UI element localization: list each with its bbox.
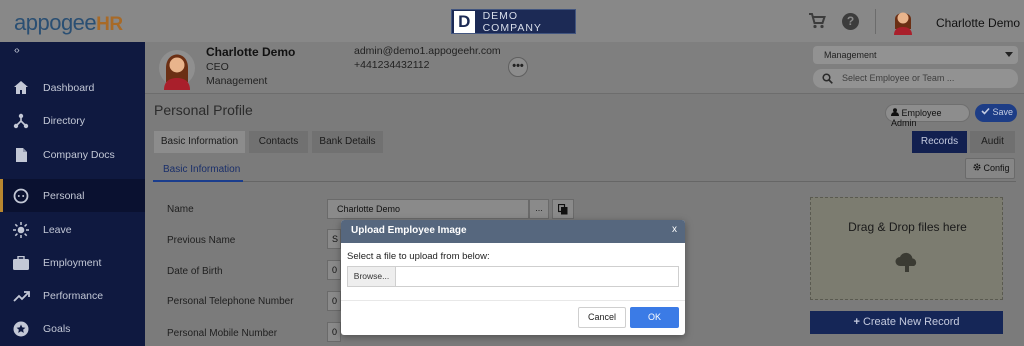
sidebar-item-label: Dashboard	[43, 81, 95, 94]
cloud-upload-icon	[895, 252, 917, 272]
save-label: Save	[992, 107, 1014, 117]
dialog-header: Upload Employee Image x	[341, 220, 685, 243]
team-select-value: Management	[824, 50, 877, 60]
sidebar-item-leave[interactable]: Leave	[0, 213, 145, 246]
sidebar-item-label: Personal	[43, 189, 85, 202]
face-icon	[12, 187, 30, 205]
team-select[interactable]: Management	[813, 46, 1018, 64]
employee-avatar	[159, 50, 195, 90]
sidebar-item-label: Directory	[43, 114, 86, 127]
logo-suffix: HR	[96, 14, 123, 35]
employee-admin-button[interactable]: Employee Admin	[885, 104, 970, 128]
upload-image-dialog: Upload Employee Image x Select a file to…	[341, 220, 685, 335]
home-icon	[12, 79, 30, 97]
sidebar-item-personal[interactable]: Personal	[0, 179, 145, 212]
sidebar-item-performance[interactable]: Performance	[0, 279, 145, 312]
help-icon[interactable]: ?	[842, 13, 859, 30]
user-icon	[891, 108, 899, 116]
search-placeholder: Select Employee or Team ...	[842, 73, 955, 83]
cart-icon[interactable]	[808, 13, 826, 29]
page-title: Personal Profile	[154, 102, 253, 118]
name-field[interactable]: Charlotte Demo	[327, 199, 529, 219]
field-label-personal-telephone: Personal Telephone Number	[167, 296, 294, 307]
logo-text: appogee	[14, 10, 97, 35]
briefcase-icon	[12, 254, 30, 272]
employee-department: Management	[206, 75, 268, 87]
sidebar-item-directory[interactable]: Directory	[0, 104, 145, 137]
sidebar-item-label: Performance	[43, 289, 104, 302]
employee-email: admin@demo1.appogeehr.com	[354, 45, 501, 57]
browse-button[interactable]: Browse...	[348, 267, 396, 286]
copy-icon	[558, 203, 568, 214]
gear-icon	[973, 163, 981, 171]
field-label-personal-mobile: Personal Mobile Number	[167, 328, 278, 339]
sidebar-item-label: Leave	[43, 223, 72, 236]
date-of-birth-field[interactable]: 0	[327, 260, 341, 280]
sun-icon	[12, 221, 30, 239]
sidebar: ‹› Dashboard Directory Company Docs Pers…	[0, 42, 145, 346]
field-label-date-of-birth: Date of Birth	[167, 266, 223, 277]
sidebar-item-dashboard[interactable]: Dashboard	[0, 71, 145, 104]
name-options-button[interactable]: ...	[529, 199, 549, 219]
more-options-button[interactable]: •••	[508, 57, 528, 77]
tab-basic-information[interactable]: Basic Information	[154, 131, 245, 153]
check-icon	[981, 107, 990, 115]
trending-up-icon	[12, 287, 30, 305]
chevron-down-icon	[1005, 52, 1013, 57]
sidebar-item-company-docs[interactable]: Company Docs	[0, 138, 145, 171]
user-avatar[interactable]	[891, 7, 915, 35]
tab-records[interactable]: Records	[912, 131, 967, 153]
dialog-divider	[341, 300, 685, 301]
top-bar: appogeeHR D DEMO COMPANY ? Charlotte Dem…	[0, 0, 1024, 42]
subtab-basic-information[interactable]: Basic Information	[153, 158, 243, 182]
employee-phone: +441234432112	[354, 59, 430, 71]
save-button[interactable]: Save	[975, 104, 1017, 122]
company-switcher[interactable]: D DEMO COMPANY	[451, 9, 576, 34]
company-logo-icon: D	[454, 10, 475, 33]
sidebar-item-label: Goals	[43, 322, 71, 335]
document-icon	[12, 146, 30, 164]
ok-button[interactable]: OK	[630, 307, 679, 328]
field-label-previous-name: Previous Name	[167, 235, 236, 246]
field-label-name: Name	[167, 204, 194, 215]
create-record-label: Create New Record	[862, 316, 960, 328]
sidebar-toggle-icon[interactable]: ‹›	[14, 45, 20, 56]
sidebar-item-employment[interactable]: Employment	[0, 246, 145, 279]
close-icon[interactable]: x	[672, 224, 677, 235]
header-user-name[interactable]: Charlotte Demo	[936, 16, 1020, 30]
company-name: DEMO COMPANY	[482, 9, 542, 34]
personal-mobile-field[interactable]: 0	[327, 322, 341, 342]
tab-audit[interactable]: Audit	[970, 131, 1015, 153]
star-icon	[12, 320, 30, 338]
personal-telephone-field[interactable]: 0	[327, 291, 341, 311]
sidebar-item-label: Employment	[43, 256, 102, 269]
tab-bank-details[interactable]: Bank Details	[312, 131, 383, 153]
previous-name-field[interactable]: S	[327, 229, 341, 249]
file-input[interactable]: Browse...	[347, 266, 679, 287]
create-new-record-button[interactable]: + Create New Record	[810, 311, 1003, 334]
header-divider	[875, 9, 876, 34]
cancel-button[interactable]: Cancel	[578, 307, 626, 328]
copy-button[interactable]	[552, 199, 574, 219]
dialog-title: Upload Employee Image	[351, 225, 467, 236]
plus-icon: +	[853, 316, 860, 328]
dropzone-text: Drag & Drop files here	[848, 220, 967, 234]
employee-summary: Charlotte Demo CEO Management admin@demo…	[145, 42, 1024, 94]
employee-search-input[interactable]: Select Employee or Team ...	[813, 69, 1018, 88]
sidebar-item-goals[interactable]: Goals	[0, 312, 145, 345]
file-dropzone[interactable]: Drag & Drop files here	[810, 197, 1003, 300]
employee-name: Charlotte Demo	[206, 45, 296, 59]
employee-role: CEO	[206, 61, 229, 73]
sidebar-item-label: Company Docs	[43, 148, 115, 161]
config-label: Config	[983, 163, 1010, 173]
search-icon	[822, 73, 833, 84]
config-button[interactable]: Config	[965, 158, 1015, 179]
org-chart-icon	[12, 112, 30, 130]
subtab-bar: Basic Information	[153, 158, 1016, 182]
tab-contacts[interactable]: Contacts	[249, 131, 308, 153]
dialog-prompt: Select a file to upload from below:	[347, 251, 490, 262]
employee-admin-label: Employee Admin	[891, 108, 942, 128]
app-logo[interactable]: appogeeHR	[14, 10, 123, 36]
